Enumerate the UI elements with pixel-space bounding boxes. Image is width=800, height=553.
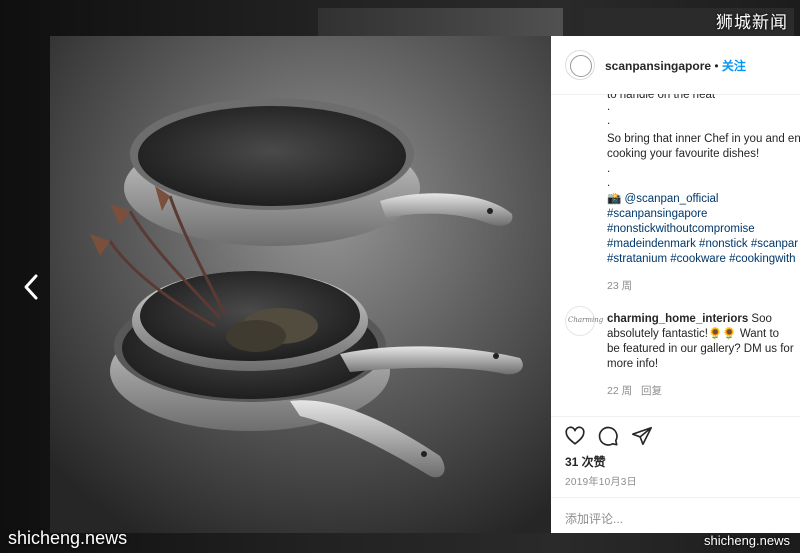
hashtag-line[interactable]: #stratanium #cookware #cookingwith — [607, 252, 796, 267]
post-date: 2019年10月3日 — [565, 477, 637, 488]
caption-line: . — [607, 163, 611, 175]
caption-line: . — [607, 101, 611, 113]
comment-line: more info! — [607, 358, 659, 370]
separator-dot: • — [714, 59, 719, 73]
reply-button[interactable]: 回复 — [641, 383, 662, 398]
like-button[interactable] — [564, 425, 586, 447]
background-thumbnail — [318, 8, 563, 36]
owner-avatar[interactable] — [565, 50, 595, 80]
caption-line: . — [607, 177, 611, 189]
site-watermark-bottom-right: shicheng.news — [704, 533, 790, 548]
like-count[interactable]: 31 次赞 — [565, 453, 606, 470]
caption-line: So bring that inner Chef in you and enj — [607, 133, 800, 145]
caption-line: to handle on the heat — [607, 94, 716, 101]
owner-username[interactable]: scanpansingapore — [605, 59, 711, 73]
commenter-username[interactable]: charming_home_interiors — [607, 313, 748, 325]
hashtag-line[interactable]: #nonstickwithoutcompromise — [607, 222, 755, 237]
comment-line: absolutely fantastic!🌻🌻 Want to — [607, 328, 780, 340]
comment-age: 22 周 — [607, 385, 633, 397]
caption-age: 23 周 — [607, 280, 633, 292]
post-actions: 31 次赞 2019年10月3日 添加评论... — [551, 416, 800, 533]
caption-line: cooking your favourite dishes! — [607, 148, 760, 160]
commenter-avatar[interactable]: Charming — [565, 306, 603, 336]
hashtag-line[interactable]: #madeindenmark #nonstick #scanpar — [607, 237, 798, 252]
comment-button[interactable] — [597, 425, 619, 447]
post-header: scanpansingapore • 关注 — [551, 36, 800, 95]
comment-line: charming_home_interiors Soo — [607, 312, 772, 327]
share-button[interactable] — [631, 425, 653, 447]
site-watermark-bottom-left: shicheng.news — [8, 528, 128, 548]
share-icon — [632, 426, 652, 446]
comment-line: be featured in our gallery? DM us for — [607, 343, 794, 355]
hashtag-line[interactable]: #scanpansingapore — [607, 207, 707, 222]
chevron-left-icon — [24, 274, 38, 300]
caption-line: . — [607, 115, 611, 127]
previous-post-button[interactable] — [20, 270, 44, 304]
comment-icon — [598, 426, 618, 446]
post-photo — [50, 36, 551, 533]
post-detail-panel: scanpansingapore • 关注 to handle on the h… — [551, 36, 800, 533]
add-comment-input[interactable]: 添加评论... — [551, 497, 800, 533]
comment-text: Soo — [748, 313, 772, 325]
commenter-avatar-text: Charming — [568, 316, 604, 324]
add-comment-placeholder: 添加评论... — [565, 512, 624, 526]
site-watermark-top: 狮城新闻 — [716, 13, 788, 33]
mention-line[interactable]: 📸 @scanpan_official — [607, 192, 718, 207]
comments-list[interactable]: to handle on the heat . . So bring that … — [551, 94, 800, 404]
follow-button[interactable]: 关注 — [722, 59, 746, 73]
owner-line: scanpansingapore • 关注 — [605, 57, 746, 74]
heart-icon — [565, 426, 585, 445]
